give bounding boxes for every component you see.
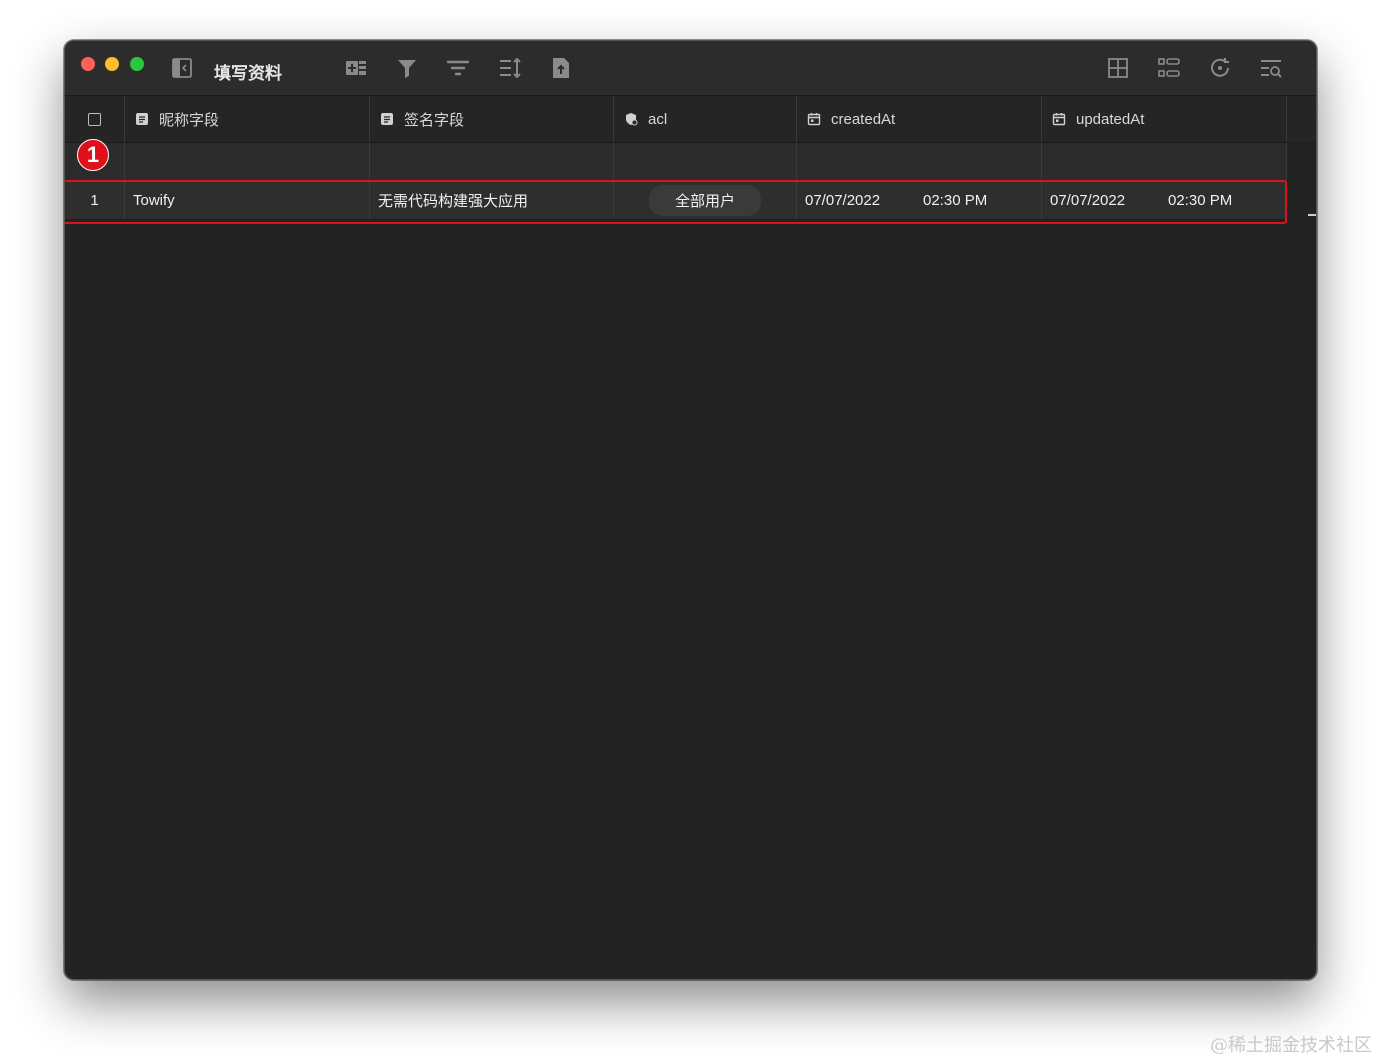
column-header-signature[interactable]: 签名字段 bbox=[370, 96, 614, 142]
text-field-icon bbox=[135, 112, 149, 126]
empty-row bbox=[65, 143, 1287, 181]
step-badge: 1 bbox=[77, 139, 109, 171]
app-window: 填写资料 昵称字段 签名字段 acl createdAt updatedAt 1… bbox=[64, 40, 1317, 980]
nickname-cell[interactable]: Towify bbox=[125, 181, 370, 219]
column-label: 昵称字段 bbox=[159, 111, 220, 129]
table-row[interactable]: 1 Towify 无需代码构建强大应用 全部用户 07/07/2022 02:3… bbox=[65, 181, 1287, 220]
select-all-checkbox[interactable] bbox=[88, 112, 101, 126]
updated-time: 02:30 PM bbox=[1168, 191, 1233, 209]
close-window-button[interactable] bbox=[81, 57, 95, 71]
select-all-cell bbox=[65, 96, 125, 142]
column-header-updatedat[interactable]: updatedAt bbox=[1042, 96, 1287, 142]
column-label: createdAt bbox=[831, 110, 896, 128]
updated-date: 07/07/2022 bbox=[1050, 191, 1126, 209]
createdat-cell[interactable]: 07/07/2022 02:30 PM bbox=[797, 181, 1042, 219]
acl-cell[interactable]: 全部用户 bbox=[614, 181, 797, 219]
column-label: updatedAt bbox=[1076, 110, 1145, 128]
created-time: 02:30 PM bbox=[923, 191, 988, 209]
window-title: 填写资料 bbox=[214, 64, 282, 83]
search-icon[interactable] bbox=[1258, 55, 1284, 81]
fields-icon[interactable] bbox=[1156, 55, 1182, 81]
acl-icon bbox=[624, 112, 638, 126]
minimize-window-button[interactable] bbox=[105, 57, 119, 71]
title-bar: 填写资料 bbox=[65, 41, 1316, 96]
zoom-window-button[interactable] bbox=[130, 57, 144, 71]
column-header-nickname[interactable]: 昵称字段 bbox=[125, 96, 370, 142]
export-icon[interactable] bbox=[548, 55, 574, 81]
signature-cell[interactable]: 无需代码构建强大应用 bbox=[370, 181, 614, 219]
sidebar-toggle-icon[interactable] bbox=[169, 55, 195, 81]
text-field-icon bbox=[380, 112, 394, 126]
table-header: 昵称字段 签名字段 acl createdAt updatedAt bbox=[65, 96, 1316, 143]
add-column-button[interactable] bbox=[1308, 214, 1316, 216]
column-label: acl bbox=[648, 110, 668, 128]
calendar-icon bbox=[807, 112, 821, 126]
column-header-createdat[interactable]: createdAt bbox=[797, 96, 1042, 142]
add-record-icon[interactable] bbox=[343, 55, 369, 81]
sort-icon[interactable] bbox=[497, 55, 523, 81]
created-date: 07/07/2022 bbox=[805, 191, 881, 209]
calendar-icon bbox=[1052, 112, 1066, 126]
refresh-icon[interactable] bbox=[1207, 55, 1233, 81]
column-label: 签名字段 bbox=[404, 111, 465, 129]
updatedat-cell[interactable]: 07/07/2022 02:30 PM bbox=[1042, 181, 1287, 219]
acl-tag[interactable]: 全部用户 bbox=[648, 184, 761, 216]
filter-icon[interactable] bbox=[394, 55, 420, 81]
row-index: 1 bbox=[65, 181, 125, 219]
field-filter-icon[interactable] bbox=[445, 55, 471, 81]
watermark: @稀土掘金技术社区 bbox=[1210, 1035, 1372, 1056]
layout-icon[interactable] bbox=[1105, 55, 1131, 81]
column-header-acl[interactable]: acl bbox=[614, 96, 797, 142]
